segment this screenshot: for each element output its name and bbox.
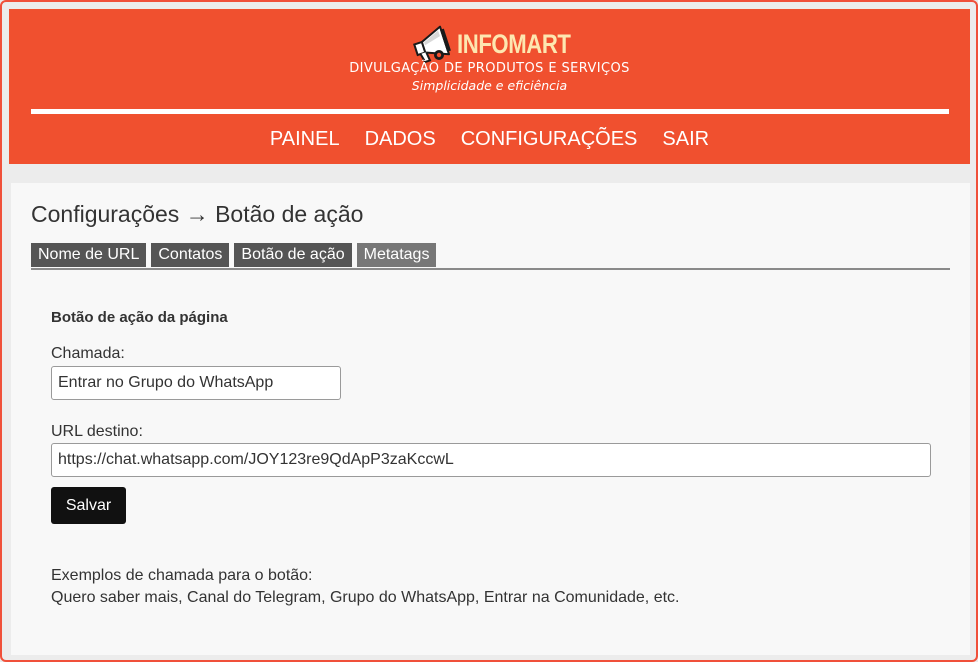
brand[interactable]: INFOMART bbox=[9, 25, 970, 63]
header-divider bbox=[31, 109, 949, 114]
call-label: Chamada: bbox=[51, 345, 125, 362]
tab-bar: Nome de URL Contatos Botão de ação Metat… bbox=[31, 243, 437, 267]
nav-item-configuracoes[interactable]: CONFIGURAÇÕES bbox=[461, 128, 638, 151]
save-button[interactable]: Salvar bbox=[51, 487, 126, 524]
url-label: URL destino: bbox=[51, 423, 143, 440]
hint-title: Exemplos de chamada para o botão: bbox=[51, 567, 313, 584]
nav-item-dados[interactable]: DADOS bbox=[365, 128, 436, 151]
main-nav: PAINEL DADOS CONFIGURAÇÕES SAIR bbox=[9, 128, 970, 151]
megaphone-icon bbox=[413, 25, 452, 63]
call-input[interactable] bbox=[51, 366, 341, 400]
tab-metatags[interactable]: Metatags bbox=[356, 243, 437, 267]
tab-contatos[interactable]: Contatos bbox=[151, 243, 230, 267]
nav-item-painel[interactable]: PAINEL bbox=[270, 128, 340, 151]
brand-slogan: Simplicidade e eficiência bbox=[411, 78, 568, 93]
tab-botao-de-acao[interactable]: Botão de ação bbox=[234, 243, 352, 267]
tab-nome-de-url[interactable]: Nome de URL bbox=[31, 243, 147, 267]
brand-name: INFOMART bbox=[457, 28, 571, 59]
tab-divider bbox=[31, 268, 950, 270]
app-frame: INFOMART DIVULGAÇÃO DE PRODUTOS E SERVIÇ… bbox=[0, 0, 978, 662]
site-header: INFOMART DIVULGAÇÃO DE PRODUTOS E SERVIÇ… bbox=[9, 9, 970, 164]
page-title: Configurações → Botão de ação bbox=[31, 201, 364, 227]
url-input[interactable] bbox=[51, 443, 931, 477]
section-title: Botão de ação da página bbox=[51, 309, 228, 326]
hint-examples: Quero saber mais, Canal do Telegram, Gru… bbox=[51, 589, 680, 606]
nav-item-sair[interactable]: SAIR bbox=[662, 128, 709, 151]
main-content: Configurações → Botão de ação Nome de UR… bbox=[11, 183, 970, 655]
brand-subtitle: DIVULGAÇÃO DE PRODUTOS E SERVIÇOS bbox=[349, 61, 630, 76]
